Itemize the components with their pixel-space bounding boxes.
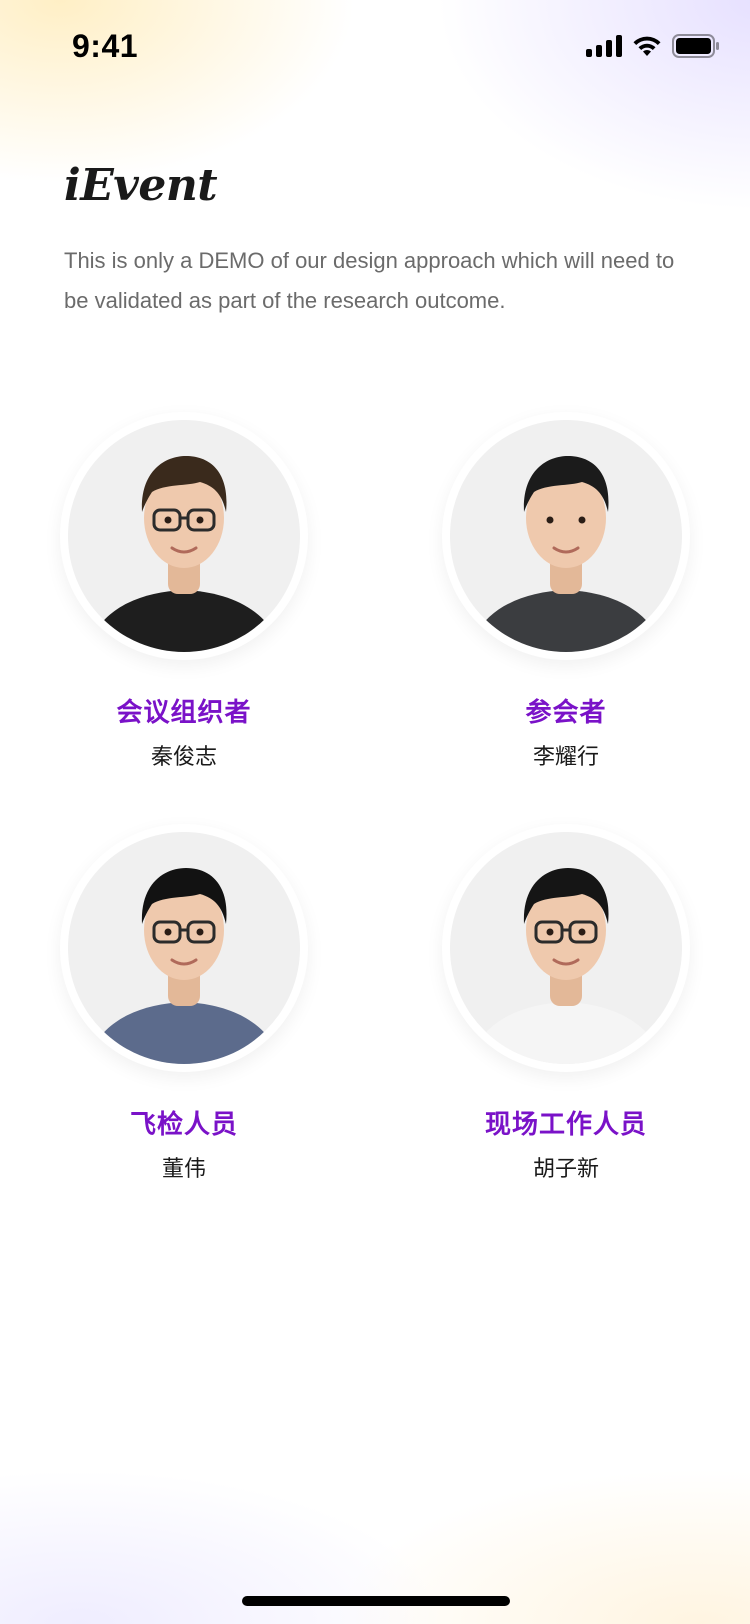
wifi-icon <box>632 35 662 57</box>
role-label: 参会者 <box>525 698 607 728</box>
person-photo <box>86 868 282 1064</box>
status-bar: 9:41 <box>0 0 750 92</box>
eye <box>578 928 586 936</box>
eye <box>546 928 554 936</box>
role-card-inspector[interactable]: 飞检人员 董伟 <box>54 824 314 1183</box>
status-time: 9:41 <box>72 28 139 64</box>
role-card-attendee[interactable]: 参会者 李耀行 <box>436 412 696 771</box>
role-card-onsite-staff[interactable]: 现场工作人员 胡子新 <box>436 824 696 1183</box>
person-name: 董伟 <box>161 1157 206 1182</box>
role-card-organizer[interactable]: 会议组织者 秦俊志 <box>54 412 314 771</box>
eye <box>164 516 172 524</box>
app-title: iEvent <box>64 160 218 211</box>
home-indicator[interactable] <box>242 1596 510 1606</box>
avatar <box>68 420 300 652</box>
signal-icon <box>586 35 622 57</box>
person-name: 秦俊志 <box>150 745 217 770</box>
role-label: 飞检人员 <box>129 1110 238 1140</box>
role-label: 现场工作人员 <box>484 1110 647 1140</box>
avatar-ring <box>442 412 690 660</box>
person-photo <box>468 868 664 1064</box>
avatar-ring <box>442 824 690 1072</box>
header: iEvent This is only a DEMO of our design… <box>64 160 704 321</box>
status-icons <box>586 34 720 58</box>
shirt <box>86 1002 282 1064</box>
role-label: 会议组织者 <box>116 698 252 728</box>
avatar-ring <box>60 412 308 660</box>
avatar <box>450 420 682 652</box>
avatar <box>68 832 300 1064</box>
eye <box>196 928 204 936</box>
avatar <box>450 832 682 1064</box>
shirt <box>468 590 664 652</box>
eye <box>196 516 204 524</box>
shirt <box>86 590 282 652</box>
person-name: 胡子新 <box>532 1157 599 1182</box>
eye <box>164 928 172 936</box>
person-photo <box>86 456 282 652</box>
eye <box>578 516 586 524</box>
shirt <box>468 1002 664 1064</box>
intro-text: This is only a DEMO of our design approa… <box>64 248 675 313</box>
battery-icon <box>672 34 720 58</box>
eye <box>546 516 554 524</box>
person-name: 李耀行 <box>532 745 599 770</box>
avatar-ring <box>60 824 308 1072</box>
person-photo <box>468 456 664 652</box>
